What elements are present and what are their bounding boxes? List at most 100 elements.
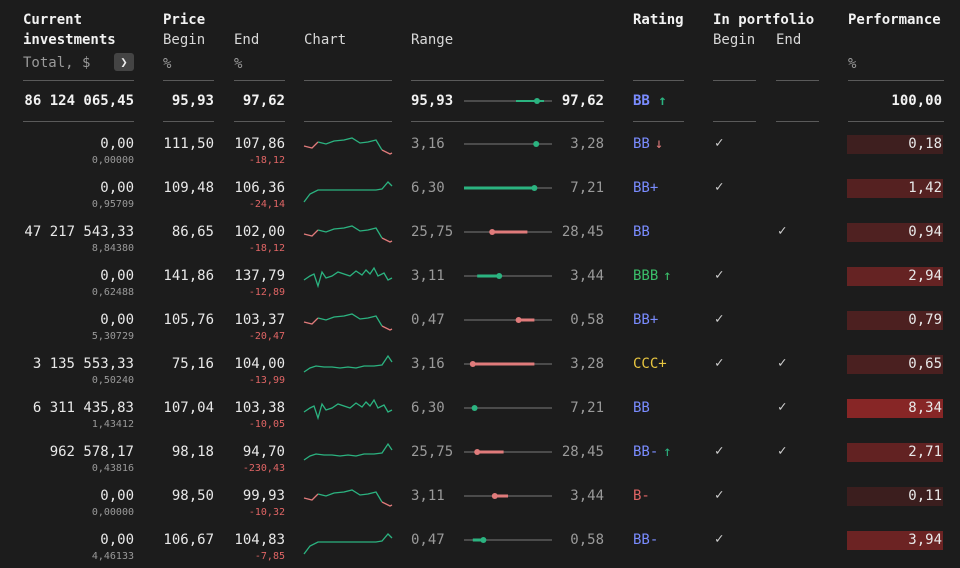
- row-price-change: -7,85: [254, 551, 285, 562]
- header-divider: [234, 80, 285, 81]
- header-divider: [848, 80, 944, 81]
- row-range-track: [464, 185, 552, 191]
- header-divider: [163, 80, 214, 81]
- sparkline-segment-up: [303, 442, 393, 461]
- row-price-begin: 141,86: [163, 268, 214, 284]
- row-price-change: -18,12: [248, 243, 285, 254]
- checkmark-icon: ✓: [715, 179, 724, 195]
- row-performance: 0,94: [908, 224, 942, 240]
- range-marker: [531, 185, 538, 191]
- row-performance: 0,18: [908, 136, 942, 152]
- expand-arrow-button[interactable]: ❯: [114, 53, 134, 71]
- sparkline-segment-down: [303, 493, 319, 501]
- totals-end: 97,62: [242, 93, 285, 109]
- row-price-end: 94,70: [242, 444, 285, 460]
- row-price-begin: 106,67: [163, 532, 214, 548]
- sparkline-segment-down: [303, 317, 319, 325]
- row-price-end: 137,79: [234, 268, 285, 284]
- range-marker: [469, 361, 476, 367]
- header-in-portfolio: In portfolio: [713, 12, 815, 28]
- checkmark-icon: ✓: [715, 355, 724, 371]
- row-total: 0,00: [100, 312, 134, 328]
- row-price-end: 102,00: [234, 224, 285, 240]
- row-range-track: [464, 493, 552, 499]
- row-price-change: -18,12: [248, 155, 285, 166]
- rating-label: B-: [633, 488, 650, 504]
- sparkline-segment-up: [303, 533, 393, 555]
- header-divider: [23, 80, 134, 81]
- header-total: Total, $: [23, 55, 91, 71]
- row-range-track: [464, 273, 552, 279]
- row-range-max: 3,28: [570, 356, 604, 372]
- sparkline-segment-up: [303, 398, 393, 421]
- row-price-end: 99,93: [242, 488, 285, 504]
- row-sparkline: [303, 398, 393, 421]
- row-price-end: 103,37: [234, 312, 285, 328]
- rating-label: BB: [633, 224, 650, 240]
- checkmark-icon: ✓: [778, 223, 787, 239]
- row-price-change: -230,43: [242, 463, 285, 474]
- header-price-begin: Begin: [163, 32, 206, 48]
- rating-label: BB+: [633, 312, 659, 328]
- range-marker: [489, 229, 496, 235]
- sparkline-segment-down: [381, 325, 393, 331]
- row-total: 962 578,17: [49, 444, 134, 460]
- sparkline-segment-down: [381, 149, 393, 155]
- row-range-max: 28,45: [561, 444, 604, 460]
- totals-rating-text: BB: [633, 93, 650, 109]
- row-sparkline: [303, 137, 393, 155]
- row-performance: 8,34: [908, 400, 942, 416]
- row-rating: BB+: [633, 180, 658, 196]
- row-range-max: 7,21: [570, 180, 604, 196]
- rating-label: CCC+: [633, 356, 667, 372]
- row-share: 8,84380: [91, 243, 134, 254]
- row-total: 0,00: [100, 136, 134, 152]
- row-price-begin: 111,50: [163, 136, 214, 152]
- row-share: 5,30729: [91, 331, 134, 342]
- row-sparkline: [303, 533, 393, 555]
- header-performance-unit: %: [848, 56, 857, 72]
- sparkline-segment-up: [317, 225, 383, 239]
- checkmark-icon: ✓: [715, 311, 724, 327]
- totals-divider: [411, 121, 604, 122]
- row-performance: 1,42: [908, 180, 942, 196]
- header-price-begin-unit: %: [163, 56, 172, 72]
- checkmark-icon: ✓: [715, 531, 724, 547]
- totals-divider: [713, 121, 756, 122]
- row-share: 0,00000: [91, 155, 134, 166]
- row-total: 0,00: [100, 488, 134, 504]
- row-rating: BB: [633, 400, 650, 416]
- row-rating: CCC+: [633, 356, 667, 372]
- rating-label: BB-: [633, 444, 659, 460]
- row-share: 0,00000: [91, 507, 134, 518]
- totals-begin: 95,93: [171, 93, 214, 109]
- row-price-begin: 75,16: [171, 356, 214, 372]
- row-total: 0,00: [100, 180, 134, 196]
- sparkline-segment-up: [303, 181, 393, 203]
- row-range-min: 3,11: [411, 488, 445, 504]
- row-performance: 2,71: [908, 444, 942, 460]
- row-price-change: -20,47: [248, 331, 285, 342]
- header-price: Price: [163, 12, 206, 28]
- totals-divider: [633, 121, 684, 122]
- totals-rating: BB ↑: [633, 93, 667, 109]
- rating-label: BBB: [633, 268, 659, 284]
- down-arrow-icon: ↓: [654, 136, 664, 152]
- header-divider: [633, 80, 684, 81]
- sparkline-segment-up: [317, 489, 383, 503]
- totals-divider: [848, 121, 944, 122]
- row-sparkline: [303, 225, 393, 243]
- range-marker: [474, 449, 481, 455]
- row-range-max: 0,58: [570, 532, 604, 548]
- header-divider: [304, 80, 392, 81]
- row-performance: 0,65: [908, 356, 942, 372]
- header-divider: [411, 80, 604, 81]
- row-range-track: [464, 405, 552, 411]
- totals-divider: [23, 121, 134, 122]
- row-rating: BB- ↑: [633, 444, 672, 460]
- totals-range-max: 97,62: [561, 93, 604, 109]
- totals-divider: [776, 121, 819, 122]
- row-range-min: 25,75: [411, 224, 454, 240]
- header-price-end-unit: %: [234, 56, 243, 72]
- row-share: 0,95709: [91, 199, 134, 210]
